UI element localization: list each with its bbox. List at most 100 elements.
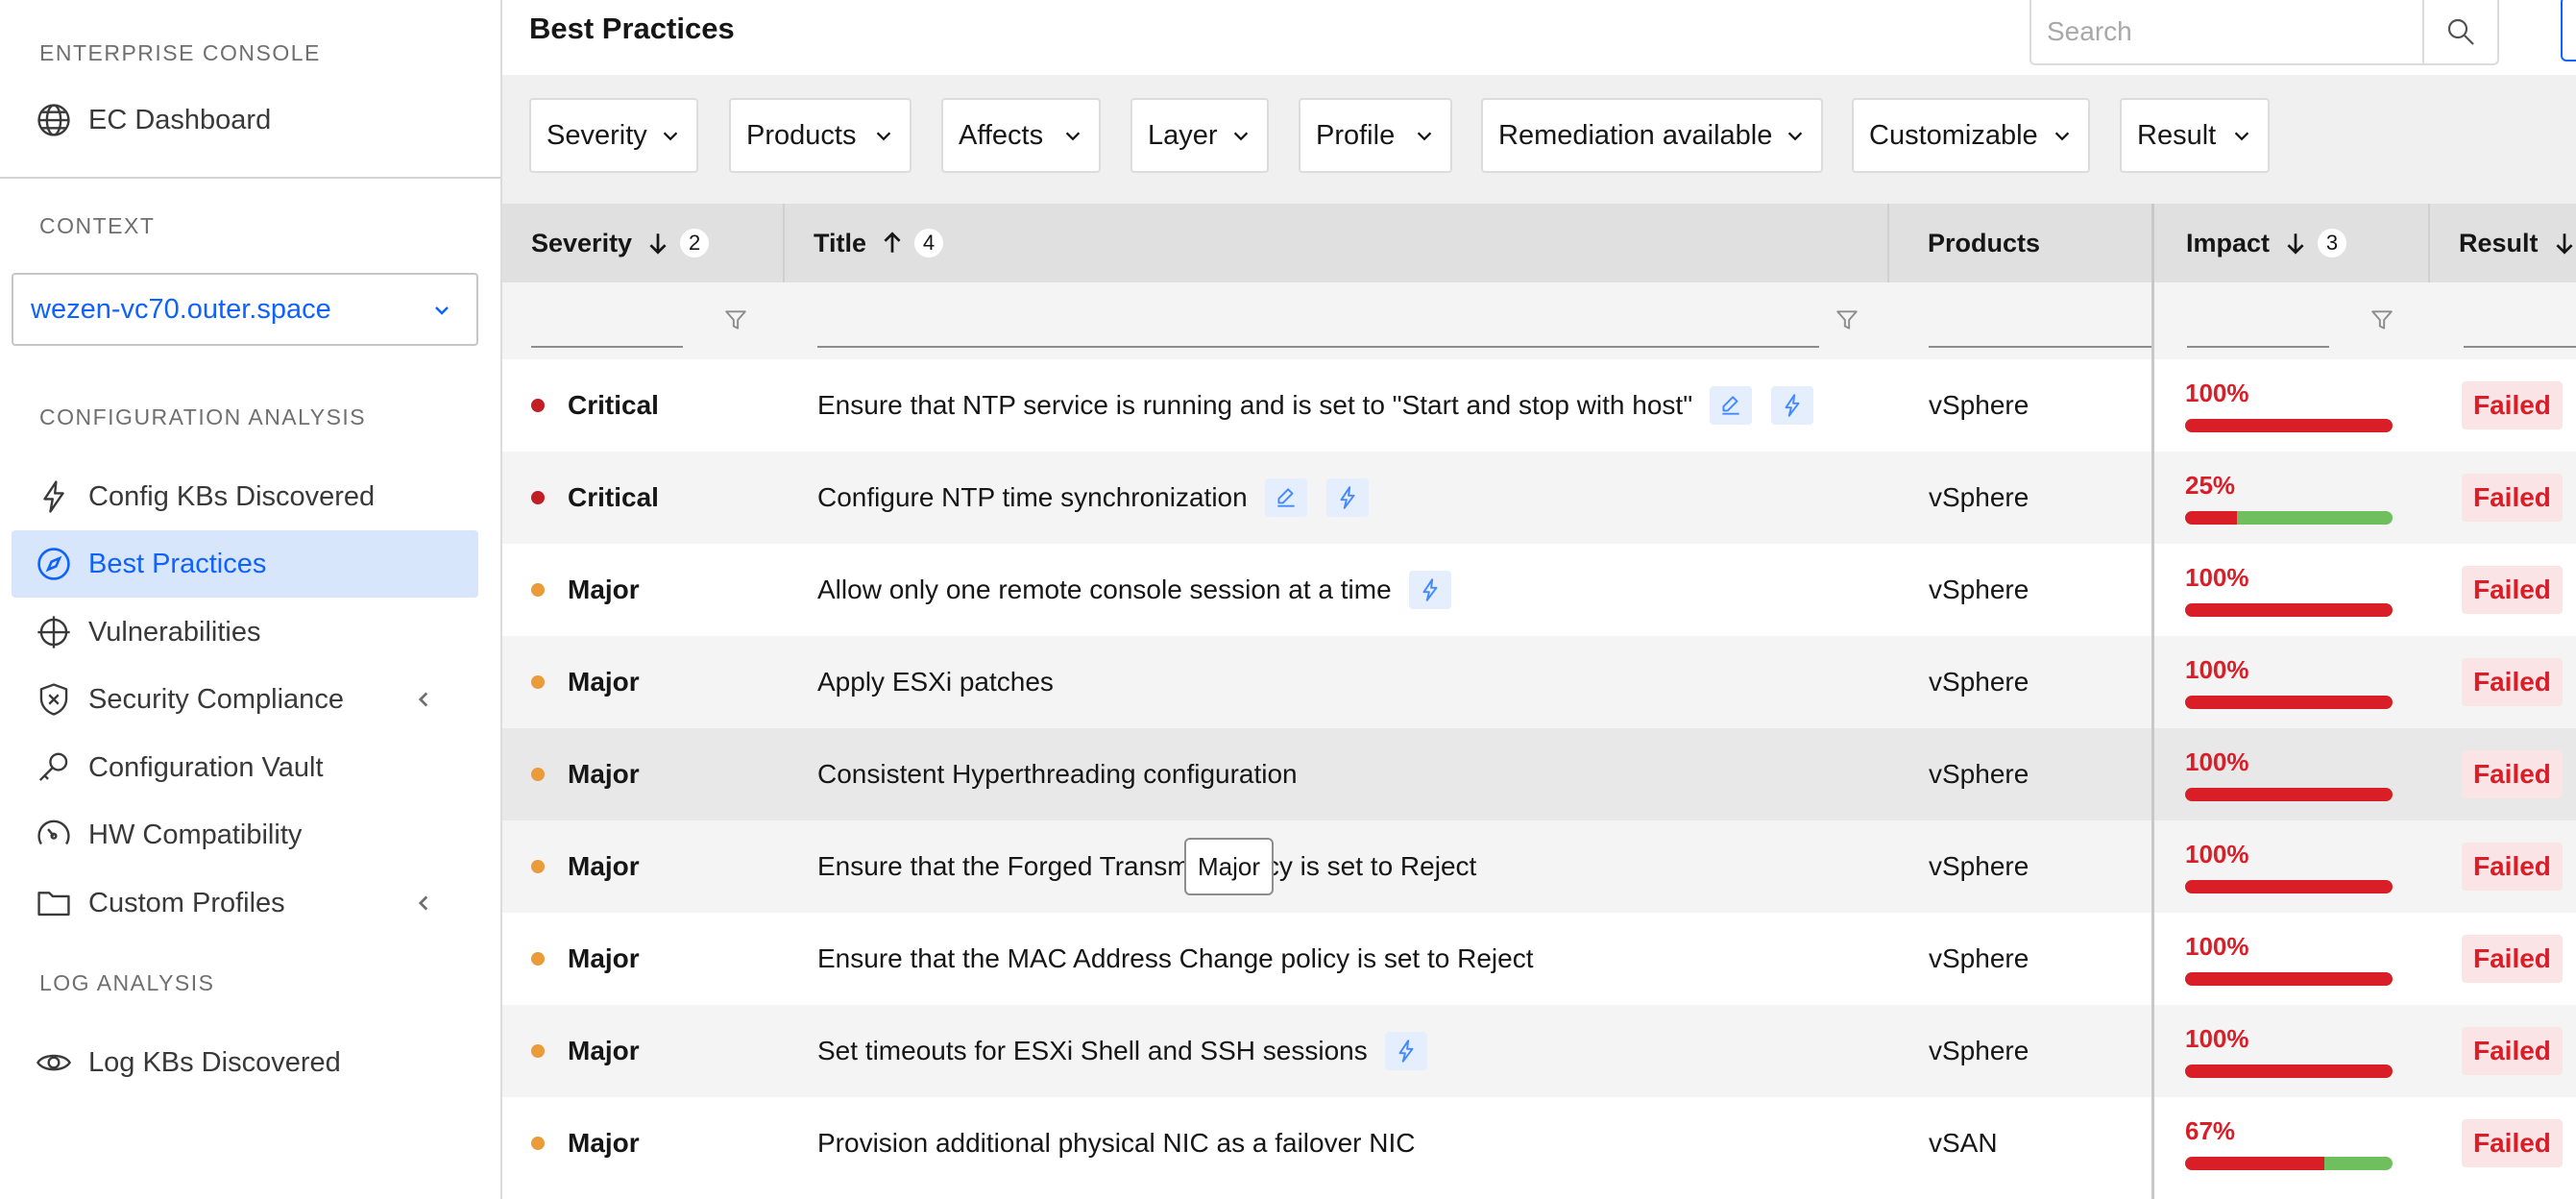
title-text[interactable]: Set timeouts for ESXi Shell and SSH sess… xyxy=(817,1036,1368,1066)
search-input[interactable] xyxy=(2031,3,2423,61)
title-text[interactable]: Ensure that the MAC Address Change polic… xyxy=(817,943,1534,974)
sidebar-item-best-practices[interactable]: Best Practices xyxy=(12,530,478,598)
impact-bar xyxy=(2185,880,2393,893)
title-cell: Ensure that the MAC Address Change polic… xyxy=(817,913,1534,1005)
impact-cell: 67% xyxy=(2185,1097,2416,1189)
filter-layer[interactable]: Layer xyxy=(1130,98,1269,173)
result-column-filter-input[interactable] xyxy=(2464,346,2576,348)
sidebar-item-log-kbs[interactable]: Log KBs Discovered xyxy=(12,1029,478,1096)
impact-cell: 100% xyxy=(2185,359,2416,452)
search-icon xyxy=(2448,18,2475,45)
chevron-left-icon[interactable] xyxy=(411,891,436,916)
enterprise-console-label: ENTERPRISE CONSOLE xyxy=(39,40,321,65)
impact-bar-fill xyxy=(2185,972,2393,986)
remediation-lightning-icon[interactable] xyxy=(1408,571,1451,609)
impact-column-filter-input[interactable] xyxy=(2187,346,2329,348)
folder-icon xyxy=(35,884,73,922)
filter-affects[interactable]: Affects xyxy=(941,98,1101,173)
products-column-filter-input[interactable] xyxy=(1929,346,2152,348)
lightning-icon xyxy=(35,477,73,516)
edge-button[interactable] xyxy=(2561,0,2576,61)
severity-column-filter-input[interactable] xyxy=(531,346,683,348)
context-select[interactable]: wezen-vc70.outer.space xyxy=(12,273,478,346)
title-column-filter-input[interactable] xyxy=(817,346,1819,348)
impact-bar xyxy=(2185,603,2393,617)
sidebar-item-hw-compatibility[interactable]: HW Compatibility xyxy=(12,801,478,869)
sidebar-item-ec-dashboard[interactable]: EC Dashboard xyxy=(12,86,478,154)
table-row[interactable]: Major Consistent Hyperthreading configur… xyxy=(502,728,2576,820)
filter-icon[interactable] xyxy=(2369,307,2394,332)
column-header-result[interactable]: Result xyxy=(2430,204,2576,282)
title-cell: Apply ESXi patches xyxy=(817,636,1054,728)
title-text[interactable]: Consistent Hyperthreading configuration xyxy=(817,759,1298,790)
filter-remediation-available[interactable]: Remediation available xyxy=(1481,98,1823,173)
result-badge: Failed xyxy=(2462,474,2563,522)
title-text[interactable]: Configure NTP time synchronization xyxy=(817,482,1248,513)
product-cell: vSphere xyxy=(1929,390,2029,420)
chevron-down-icon xyxy=(1233,132,1249,141)
table-row[interactable]: Major Provision additional physical NIC … xyxy=(502,1097,2576,1189)
table-row[interactable]: Major Apply ESXi patches vSphere 100% Fa… xyxy=(502,636,2576,728)
sidebar-item-vulnerabilities[interactable]: Vulnerabilities xyxy=(12,599,478,666)
title-text[interactable]: Ensure that the Forged Transmits policy … xyxy=(817,851,1476,882)
sidebar-item-configuration-vault[interactable]: Configuration Vault xyxy=(12,734,478,801)
column-header-products[interactable]: Products xyxy=(1889,204,2153,282)
title-text[interactable]: Apply ESXi patches xyxy=(817,667,1054,697)
filter-label: Severity xyxy=(547,119,647,151)
search-button[interactable] xyxy=(2422,0,2497,63)
impact-cell: 100% xyxy=(2185,636,2416,728)
sidebar-divider xyxy=(0,177,500,179)
column-header-title[interactable]: Title 4 xyxy=(785,204,1889,282)
chevron-down-icon xyxy=(2234,132,2249,141)
table-row[interactable]: Critical Ensure that NTP service is runn… xyxy=(502,359,2576,452)
severity-dot-icon xyxy=(531,768,545,781)
filter-label: Remediation available xyxy=(1498,119,1773,151)
filter-result[interactable]: Result xyxy=(2120,98,2270,173)
filter-label: Profile xyxy=(1316,119,1396,151)
severity-label: Major xyxy=(568,759,640,789)
remediation-lightning-icon[interactable] xyxy=(1771,386,1814,425)
remediation-lightning-icon[interactable] xyxy=(1325,478,1369,517)
title-text[interactable]: Ensure that NTP service is running and i… xyxy=(817,390,1692,421)
sidebar-item-config-kbs[interactable]: Config KBs Discovered xyxy=(12,463,478,530)
customizable-edit-icon[interactable] xyxy=(1264,478,1307,517)
arrow-down-icon xyxy=(649,233,667,255)
severity-label: Major xyxy=(568,943,640,973)
product-cell: vSphere xyxy=(1929,759,2029,789)
table-row[interactable]: Major Allow only one remote console sess… xyxy=(502,544,2576,636)
log-analysis-label: LOG ANALYSIS xyxy=(39,970,215,995)
title-cell: Allow only one remote console session at… xyxy=(817,544,1451,636)
title-cell: Ensure that NTP service is running and i… xyxy=(817,359,1814,452)
severity-label: Major xyxy=(568,851,640,881)
column-header-severity[interactable]: Severity 2 xyxy=(502,204,785,282)
filter-icon[interactable] xyxy=(723,307,748,332)
impact-bar-fill xyxy=(2185,1157,2324,1170)
chevron-down-icon xyxy=(663,132,678,141)
table-row[interactable]: Major Ensure that the Forged Transmits p… xyxy=(502,820,2576,913)
customizable-edit-icon[interactable] xyxy=(1710,386,1753,425)
filter-products[interactable]: Products xyxy=(729,98,911,173)
filter-label: Layer xyxy=(1148,119,1218,151)
sidebar-item-security-compliance[interactable]: Security Compliance xyxy=(12,666,478,733)
column-header-impact[interactable]: Impact 3 xyxy=(2153,204,2430,282)
column-filter-row xyxy=(502,282,2576,359)
filter-profile[interactable]: Profile xyxy=(1299,98,1452,173)
chevron-left-icon[interactable] xyxy=(411,687,436,712)
table-row[interactable]: Major Ensure that the MAC Address Change… xyxy=(502,913,2576,1005)
context-label: CONTEXT xyxy=(39,213,156,238)
filter-customizable[interactable]: Customizable xyxy=(1852,98,2090,173)
title-text[interactable]: Allow only one remote console session at… xyxy=(817,575,1392,605)
arrow-down-icon xyxy=(2555,233,2573,255)
table-row[interactable]: Major Set timeouts for ESXi Shell and SS… xyxy=(502,1005,2576,1097)
filter-severity[interactable]: Severity xyxy=(529,98,698,173)
remediation-lightning-icon[interactable] xyxy=(1384,1032,1427,1070)
title-text[interactable]: Provision additional physical NIC as a f… xyxy=(817,1128,1416,1159)
sidebar-item-label: Security Compliance xyxy=(88,683,344,715)
column-label: Title xyxy=(814,228,867,257)
filter-icon[interactable] xyxy=(1835,307,1859,332)
impact-cell: 100% xyxy=(2185,820,2416,913)
filter-label: Affects xyxy=(959,119,1044,151)
severity-cell: Major xyxy=(531,1005,640,1097)
sidebar-item-custom-profiles[interactable]: Custom Profiles xyxy=(12,869,478,937)
table-row[interactable]: Critical Configure NTP time synchronizat… xyxy=(502,452,2576,544)
